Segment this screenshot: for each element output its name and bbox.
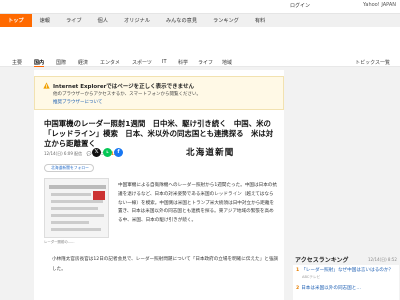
article-headline: 中国軍機のレーダー照射1週間 日中米、駆け引き続く 中国、米の「レッドライン」模… [44, 119, 274, 148]
ranking-item[interactable]: 1 「レーダー照射」なぜ中国は言いはるのか？ ABCテレビ [296, 268, 396, 280]
category-life[interactable]: ライフ [198, 59, 213, 66]
nav-item-ranking[interactable]: ランキング [205, 14, 247, 27]
publish-time: 12/14(日) 6:09 配信 [44, 151, 83, 156]
article-body-1: 中国軍機による自衛隊機へのレーダー照射から1週間たった。中国は日本の抗議を退ける… [118, 183, 277, 224]
banner-text: 他のブラウザーからアクセスするか、スマートフォンから閲覧ください。 [53, 92, 202, 97]
article-body-2: 小林隆太官房長官は12日の記者会見で、レーダー照射問題について「日本政府の立場を… [52, 257, 279, 272]
nav-item-live[interactable]: ライブ [58, 14, 90, 27]
category-economy[interactable]: 経済 [78, 59, 88, 66]
category-region[interactable]: 地域 [222, 59, 232, 66]
ranking-item[interactable]: 2 日本は米国以外の同志国と… [296, 286, 396, 292]
category-main[interactable]: 主要 [12, 59, 22, 66]
nav-item-individual[interactable]: 個人 [90, 14, 116, 27]
follow-button[interactable]: 北海道新聞をフォロー [44, 164, 94, 172]
rank-number: 1 [296, 268, 300, 273]
rank-source: ABCテレビ [302, 275, 321, 279]
category-it[interactable]: IT [162, 59, 167, 65]
rank-number: 2 [296, 286, 300, 291]
comment-icon[interactable]: 💬 [86, 151, 91, 156]
rank-text[interactable]: 日本は米国以外の同志国と… [301, 286, 361, 291]
warning-icon [43, 82, 50, 89]
category-international[interactable]: 国際 [56, 59, 66, 66]
ie-warning-banner: Internet Explorerではページを正しく表示できません 他のブラウザ… [34, 76, 284, 110]
nav-item-top[interactable]: トップ [0, 14, 32, 27]
nav-item-original[interactable]: オリジナル [116, 14, 158, 27]
ranking-title: アクセスランキング [295, 257, 349, 264]
article-photo[interactable] [44, 178, 109, 238]
login-link[interactable]: ログイン [290, 2, 310, 9]
category-science[interactable]: 科学 [178, 59, 188, 66]
yahoo-links[interactable]: Yahoo! JAPAN [363, 2, 396, 8]
nav-item-paid[interactable]: 有料 [247, 14, 273, 27]
top-strip: ログイン Yahoo! JAPAN [0, 0, 400, 13]
nav-item-breaking[interactable]: 速報 [32, 14, 58, 27]
photo-illustration [45, 179, 108, 237]
x-share-icon[interactable]: 𝕏 [92, 148, 101, 157]
category-entertainment[interactable]: エンタメ [100, 59, 120, 66]
ranking-timestamp: 12/14(日) 8:52 [368, 257, 397, 262]
banner-title: Internet Explorerではページを正しく表示できません [53, 84, 195, 90]
facebook-share-icon[interactable]: f [114, 148, 123, 157]
topics-list-link[interactable]: トピックス一覧 [355, 59, 390, 66]
line-share-icon[interactable]: L [103, 148, 112, 157]
photo-caption: レーダー照射の…… [44, 240, 75, 244]
category-sports[interactable]: スポーツ [132, 59, 152, 66]
recommended-browser-link[interactable]: 推奨ブラウザーについて [53, 99, 102, 105]
publisher-logo: 北海道新聞 [186, 148, 235, 158]
nav-item-opinion[interactable]: みんなの意見 [158, 14, 205, 27]
category-domestic[interactable]: 国内 [34, 59, 45, 67]
main-nav: トップ 速報 ライブ 個人 オリジナル みんなの意見 ランキング 有料 [0, 13, 400, 27]
category-nav: 主要 国内 国際 経済 エンタメ スポーツ IT 科学 ライフ 地域 トピックス… [0, 27, 400, 67]
follow-label: 北海道新聞をフォロー [51, 165, 89, 170]
rank-text[interactable]: 「レーダー照射」なぜ中国は言いはるのか？ [301, 268, 393, 273]
